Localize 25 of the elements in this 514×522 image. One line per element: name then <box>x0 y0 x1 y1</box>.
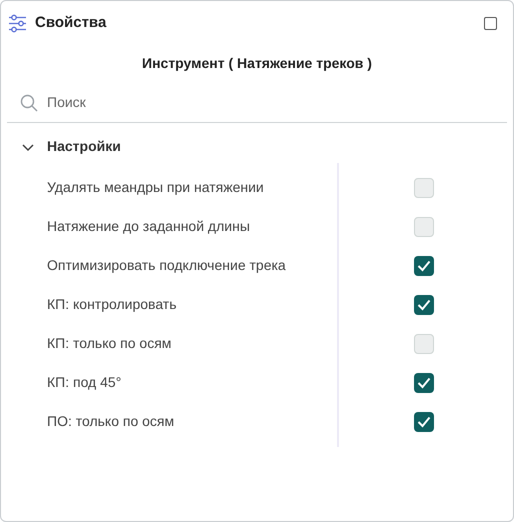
checkbox[interactable] <box>414 294 434 314</box>
checkbox[interactable] <box>414 334 434 354</box>
settings-icon <box>8 14 27 32</box>
checkmark-icon <box>417 260 431 272</box>
search-field[interactable]: Поиск <box>47 92 507 113</box>
checkmark-icon <box>417 416 431 428</box>
option-label: КП: контролировать <box>46 295 178 314</box>
option-label: КП: только по осям <box>46 334 172 353</box>
panel-title: Свойства <box>35 12 106 33</box>
checkbox[interactable] <box>414 372 434 392</box>
option-label: Оптимизировать подключение трека <box>46 256 287 275</box>
search-icon <box>20 94 38 112</box>
tool-title: Инструмент ( Натяжение треков ) <box>142 54 372 73</box>
option-label: Удалять меандры при натяжении <box>46 178 265 197</box>
checkbox[interactable] <box>414 178 434 198</box>
checkbox[interactable] <box>414 256 434 276</box>
maximize-button[interactable] <box>484 16 497 30</box>
checkmark-icon <box>417 376 431 388</box>
option-label: КП: под 45° <box>46 373 122 392</box>
section-title: Настройки <box>47 137 121 156</box>
option-label: ПО: только по осям <box>46 412 176 431</box>
checkbox[interactable] <box>414 216 434 236</box>
checkbox[interactable] <box>414 412 434 432</box>
checkmark-icon <box>417 298 431 310</box>
option-label: Натяжение до заданной длины <box>46 217 251 236</box>
